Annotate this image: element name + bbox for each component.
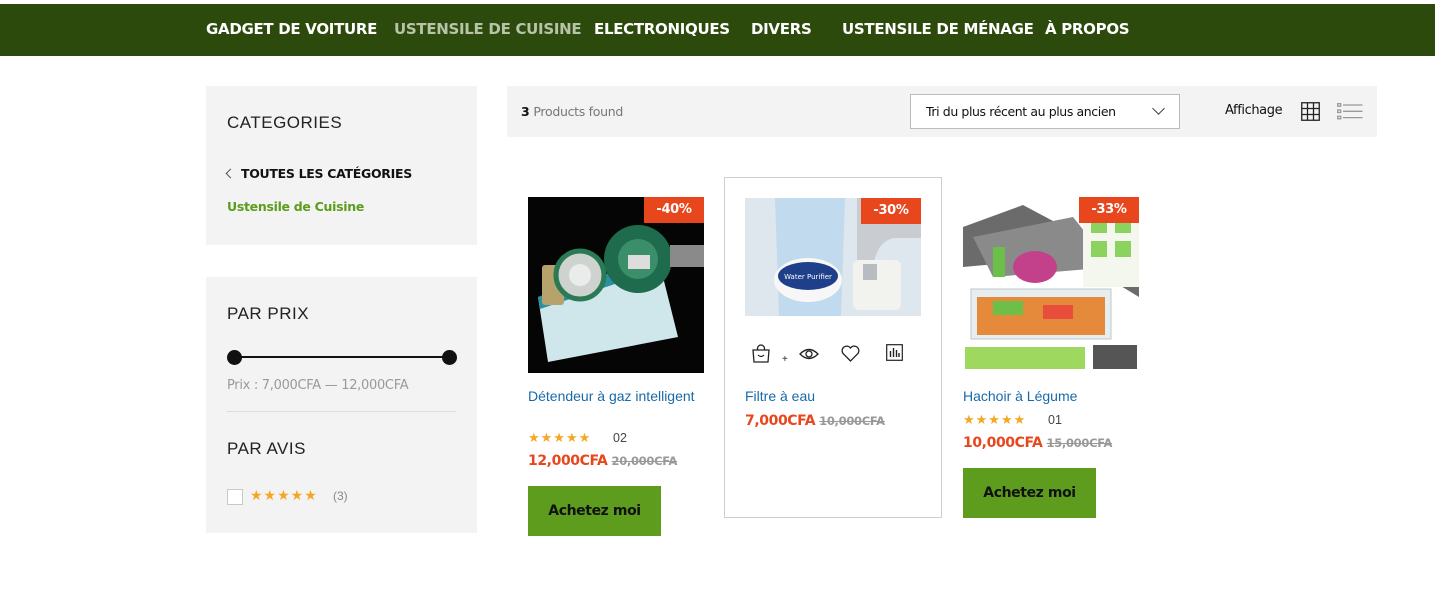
product-price: 12,000CFA 20,000CFA (528, 453, 677, 469)
product-image[interactable]: -40% (528, 197, 704, 373)
shop-toolbar: 3 Products found Tri du plus récent au pl… (507, 86, 1377, 137)
categories-title: CATEGORIES (227, 113, 343, 132)
plus-icon: + (782, 354, 788, 365)
review-count: (3) (333, 489, 348, 503)
discount-badge: -40% (644, 197, 704, 223)
nav-item-electroniques[interactable]: ELECTRONIQUES (594, 20, 730, 38)
rating-stars-icon: ★★★★★ (963, 412, 1027, 427)
old-price: 15,000CFA (1046, 436, 1113, 450)
product-name-link[interactable]: Filtre à eau (745, 387, 921, 405)
discount-badge: -30% (861, 198, 921, 224)
product-image[interactable]: Water Purifier -30% (745, 198, 921, 316)
top-navigation: GADGET DE VOITURE USTENSILE DE CUISINE E… (0, 4, 1435, 56)
old-price: 20,000CFA (611, 454, 678, 468)
nav-item-gadget-de-voiture[interactable]: GADGET DE VOITURE (206, 20, 377, 38)
current-price: 12,000CFA (528, 453, 608, 469)
products-found-count: 3 (521, 104, 530, 119)
price-filter-title: PAR PRIX (227, 304, 310, 323)
product-image[interactable]: -33% (963, 197, 1139, 373)
sort-select[interactable]: Tri du plus récent au plus ancien (910, 94, 1180, 129)
nav-item-a-propos[interactable]: À PROPOS (1045, 20, 1130, 38)
current-price: 7,000CFA (745, 413, 816, 429)
vegetable-chopper-image (963, 197, 1139, 373)
price-slider-max-handle[interactable] (442, 350, 457, 365)
product-card: -33% Hachoir à Légume ★★★★★ 01 10,000CFA… (943, 177, 1161, 518)
view-label: Affichage (1225, 103, 1283, 118)
current-price: 10,000CFA (963, 435, 1043, 451)
all-categories-label: TOUTES LES CATÉGORIES (241, 166, 412, 181)
products-found: 3 Products found (521, 104, 623, 119)
add-to-cart-icon[interactable] (751, 344, 771, 364)
gas-regulator-image (528, 197, 704, 373)
list-view-icon[interactable] (1337, 103, 1363, 120)
grid-view-icon[interactable] (1301, 102, 1320, 121)
chevron-down-icon (1152, 102, 1165, 115)
products-found-label: Products found (533, 104, 623, 119)
product-name-link[interactable]: Détendeur à gaz intelligent (528, 387, 704, 405)
nav-item-divers[interactable]: DIVERS (751, 20, 812, 38)
wishlist-icon[interactable] (841, 345, 860, 362)
nav-item-ustensile-de-menage[interactable]: USTENSILE DE MÉNAGE (842, 20, 1034, 38)
price-slider-track[interactable] (234, 356, 449, 358)
buy-button[interactable]: Achetez moi (963, 468, 1096, 518)
product-card: Water Purifier -30% + Filtre à eau 7,000… (724, 177, 942, 518)
compare-icon[interactable] (886, 344, 903, 361)
water-purifier-label: Water Purifier (784, 273, 832, 281)
filter-panel: PAR PRIX Prix : 7,000CFA — 12,000CFA PAR… (206, 277, 477, 533)
all-categories-link[interactable]: TOUTES LES CATÉGORIES (225, 166, 412, 181)
price-slider-min-handle[interactable] (227, 350, 242, 365)
review-count: 02 (613, 431, 627, 445)
sort-selected-value: Tri du plus récent au plus ancien (926, 104, 1116, 119)
product-name-link[interactable]: Hachoir à Légume (963, 387, 1139, 405)
discount-badge: -33% (1079, 197, 1139, 223)
price-range-text: Prix : 7,000CFA — 12,000CFA (227, 378, 409, 393)
rating-stars-icon: ★★★★★ (250, 487, 318, 503)
rating-stars-icon: ★★★★★ (528, 430, 592, 445)
category-item-current[interactable]: Ustensile de Cuisine (227, 199, 364, 214)
review-filter-title: PAR AVIS (227, 439, 306, 458)
review-5-star-checkbox[interactable] (227, 489, 243, 505)
chevron-left-icon (225, 168, 236, 179)
product-price: 7,000CFA 10,000CFA (745, 413, 885, 429)
categories-panel: CATEGORIES TOUTES LES CATÉGORIES Ustensi… (206, 86, 477, 245)
divider (227, 411, 456, 412)
product-card: -40% Détendeur à gaz intelligent ★★★★★ 0… (508, 177, 726, 536)
quick-view-icon[interactable] (799, 347, 819, 361)
nav-item-ustensile-de-cuisine[interactable]: USTENSILE DE CUISINE (394, 20, 582, 38)
review-count: 01 (1048, 413, 1062, 427)
old-price: 10,000CFA (819, 414, 885, 428)
product-price: 10,000CFA 15,000CFA (963, 435, 1112, 451)
buy-button[interactable]: Achetez moi (528, 486, 661, 536)
product-actions: + (751, 344, 911, 368)
